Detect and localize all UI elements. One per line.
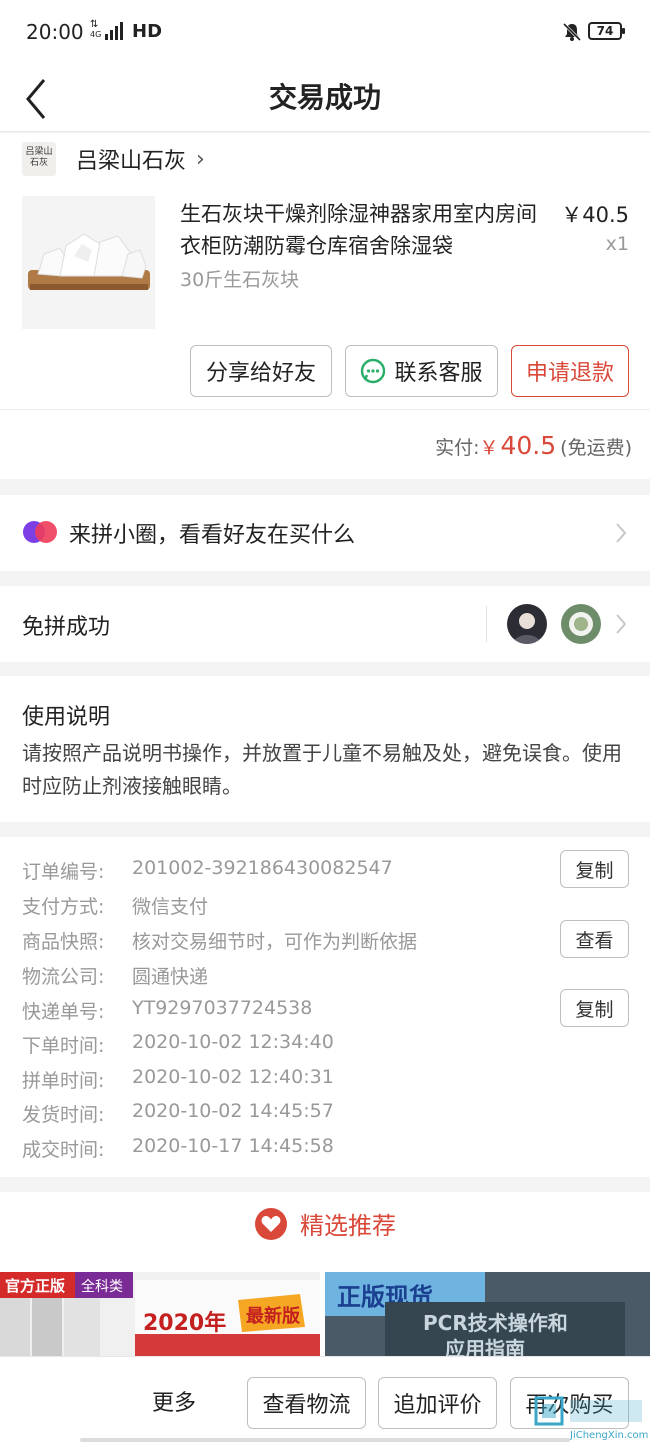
recommend-header: 精选推荐 <box>0 1206 650 1241</box>
heart-icon <box>255 1207 287 1240</box>
shop-logo-line1: 吕梁山 <box>25 147 53 157</box>
tracking-number-row: 快递单号: YT9297037724538 <box>22 997 312 1024</box>
logistics-company-row: 物流公司: 圆通快递 <box>22 962 208 989</box>
shop-logo-line2: 石灰 <box>29 158 48 168</box>
paid-label: 实付: <box>435 437 480 459</box>
order-number-row: 订单编号: 201002-392186430082547 <box>22 857 393 884</box>
group-success-entry[interactable]: 免拼成功 <box>0 586 650 662</box>
order-time-row: 下单时间: 2020-10-02 12:34:40 <box>22 1031 334 1058</box>
exam-books-image: 官方正版 全科类 2020年 最新版 <box>0 1272 320 1362</box>
hd-indicator: HD <box>132 21 163 42</box>
contact-service-button[interactable]: 联系客服 <box>345 345 498 397</box>
product-image[interactable] <box>22 196 155 329</box>
paid-currency: ￥ <box>479 437 499 459</box>
paid-amount: 40.5 <box>500 431 557 460</box>
order-info: 订单编号: 201002-392186430082547 复制 支付方式: 微信… <box>0 837 650 1177</box>
chevron-right-icon: › <box>196 146 205 172</box>
tracking-number-value: YT9297037724538 <box>132 997 313 1019</box>
group-time-label: 拼单时间: <box>22 1070 105 1092</box>
snapshot-value: 核对交易细节时，可作为判断依据 <box>132 931 418 953</box>
status-time: 20:00 <box>26 20 84 44</box>
product-quantity: x1 <box>605 233 629 255</box>
order-number-label: 订单编号: <box>22 861 105 883</box>
friend-circle-entry[interactable]: 来拼小圈，看看好友在买什么 <box>0 495 650 571</box>
mute-bell-icon <box>562 22 582 42</box>
deal-time-value: 2020-10-17 14:45:58 <box>132 1135 334 1157</box>
copy-order-number-button[interactable]: 复制 <box>560 850 629 888</box>
product-price: ￥40.5 <box>561 203 629 227</box>
refund-button[interactable]: 申请退款 <box>511 345 629 397</box>
product-title[interactable]: 生石灰块干燥剂除湿神器家用室内房间衣柜防潮防霉仓库宿舍除湿袋 <box>180 198 540 262</box>
recommend-item-2[interactable]: 正版现货 PCR技术操作和 应用指南 <box>325 1272 650 1362</box>
logistics-company-value: 圆通快递 <box>132 966 209 988</box>
pcr-book-image: 正版现货 PCR技术操作和 应用指南 <box>325 1272 650 1362</box>
chat-bubble-icon <box>361 358 386 384</box>
quicklime-tray-image <box>22 196 155 329</box>
ship-time-value: 2020-10-02 14:45:57 <box>132 1100 334 1122</box>
nav-header: 交易成功 <box>0 64 650 132</box>
chevron-right-icon <box>616 523 627 543</box>
svg-text:PCR技术操作和: PCR技术操作和 <box>423 1311 568 1335</box>
svg-text:2020年: 2020年 <box>143 1310 226 1336</box>
avatar <box>507 604 547 644</box>
divider <box>486 606 487 642</box>
deal-time-label: 成交时间: <box>22 1139 105 1161</box>
order-product-card: 吕梁山 石灰 吕梁山石灰 › 生石灰块干燥剂除湿神器家用室内房间衣柜防潮防霉仓库… <box>0 133 650 479</box>
snapshot-label: 商品快照: <box>22 931 105 953</box>
copy-tracking-number-button[interactable]: 复制 <box>560 989 629 1027</box>
ship-time-row: 发货时间: 2020-10-02 14:45:57 <box>22 1100 334 1127</box>
chevron-right-icon <box>616 614 627 634</box>
divider <box>0 409 650 410</box>
view-snapshot-button[interactable]: 查看 <box>560 920 629 958</box>
payment-method-label: 支付方式: <box>22 896 105 918</box>
recommend-title: 精选推荐 <box>300 1212 396 1240</box>
recommend-item-1[interactable]: 官方正版 全科类 2020年 最新版 <box>0 1272 320 1362</box>
snapshot-row: 商品快照: 核对交易细节时，可作为判断依据 <box>22 927 417 954</box>
ship-time-label: 发货时间: <box>22 1104 105 1126</box>
home-indicator <box>80 1438 570 1442</box>
view-logistics-button[interactable]: 查看物流 <box>247 1377 366 1429</box>
shop-name: 吕梁山石灰 <box>76 149 187 174</box>
tracking-number-label: 快递单号: <box>22 1001 105 1023</box>
payment-method-value: 微信支付 <box>132 896 209 918</box>
svg-text:最新版: 最新版 <box>246 1305 300 1327</box>
payment-method-row: 支付方式: 微信支付 <box>22 892 208 919</box>
paid-summary: 实付: ￥ 40.5 (免运费) <box>435 431 632 460</box>
svg-text:官方正版: 官方正版 <box>5 1277 65 1295</box>
usage-instructions: 使用说明 请按照产品说明书操作，并放置于儿童不易触及处，避免误食。使用时应防止剂… <box>0 676 650 822</box>
group-status-text: 免拼成功 <box>22 615 111 640</box>
status-bar: 20:00 ⇅ 4G HD 74 <box>0 0 650 64</box>
group-time-row: 拼单时间: 2020-10-02 12:40:31 <box>22 1066 334 1093</box>
shop-link[interactable]: 吕梁山 石灰 吕梁山石灰 › <box>22 141 205 177</box>
avatar <box>561 604 601 644</box>
watermark-text: JiChengXin.com <box>570 1430 649 1441</box>
add-review-button[interactable]: 追加评价 <box>378 1377 497 1429</box>
svg-text:全科类: 全科类 <box>81 1278 123 1295</box>
circle-logo-icon <box>23 521 57 543</box>
shop-logo: 吕梁山 石灰 <box>22 142 56 176</box>
more-button[interactable]: 更多 <box>152 1385 196 1417</box>
usage-text: 请按照产品说明书操作，并放置于儿童不易触及处，避免误食。使用时应防止剂液接触眼睛… <box>22 741 622 798</box>
contact-service-label: 联系客服 <box>394 361 483 386</box>
friend-circle-text: 来拼小圈，看看好友在买什么 <box>69 523 356 548</box>
shipping-note: (免运费) <box>560 437 632 459</box>
order-time-label: 下单时间: <box>22 1035 105 1057</box>
battery-icon: 74 <box>588 22 625 40</box>
signal-icon: ⇅ 4G <box>90 20 124 40</box>
logistics-company-label: 物流公司: <box>22 966 105 988</box>
deal-time-row: 成交时间: 2020-10-17 14:45:58 <box>22 1135 334 1162</box>
order-time-value: 2020-10-02 12:34:40 <box>132 1031 334 1053</box>
usage-title: 使用说明 <box>22 705 111 730</box>
group-time-value: 2020-10-02 12:40:31 <box>132 1066 334 1088</box>
page-title: 交易成功 <box>268 81 381 114</box>
order-number-value: 201002-392186430082547 <box>132 857 393 879</box>
share-button[interactable]: 分享给好友 <box>190 345 332 397</box>
product-spec: 30斤生石灰块 <box>180 269 300 291</box>
